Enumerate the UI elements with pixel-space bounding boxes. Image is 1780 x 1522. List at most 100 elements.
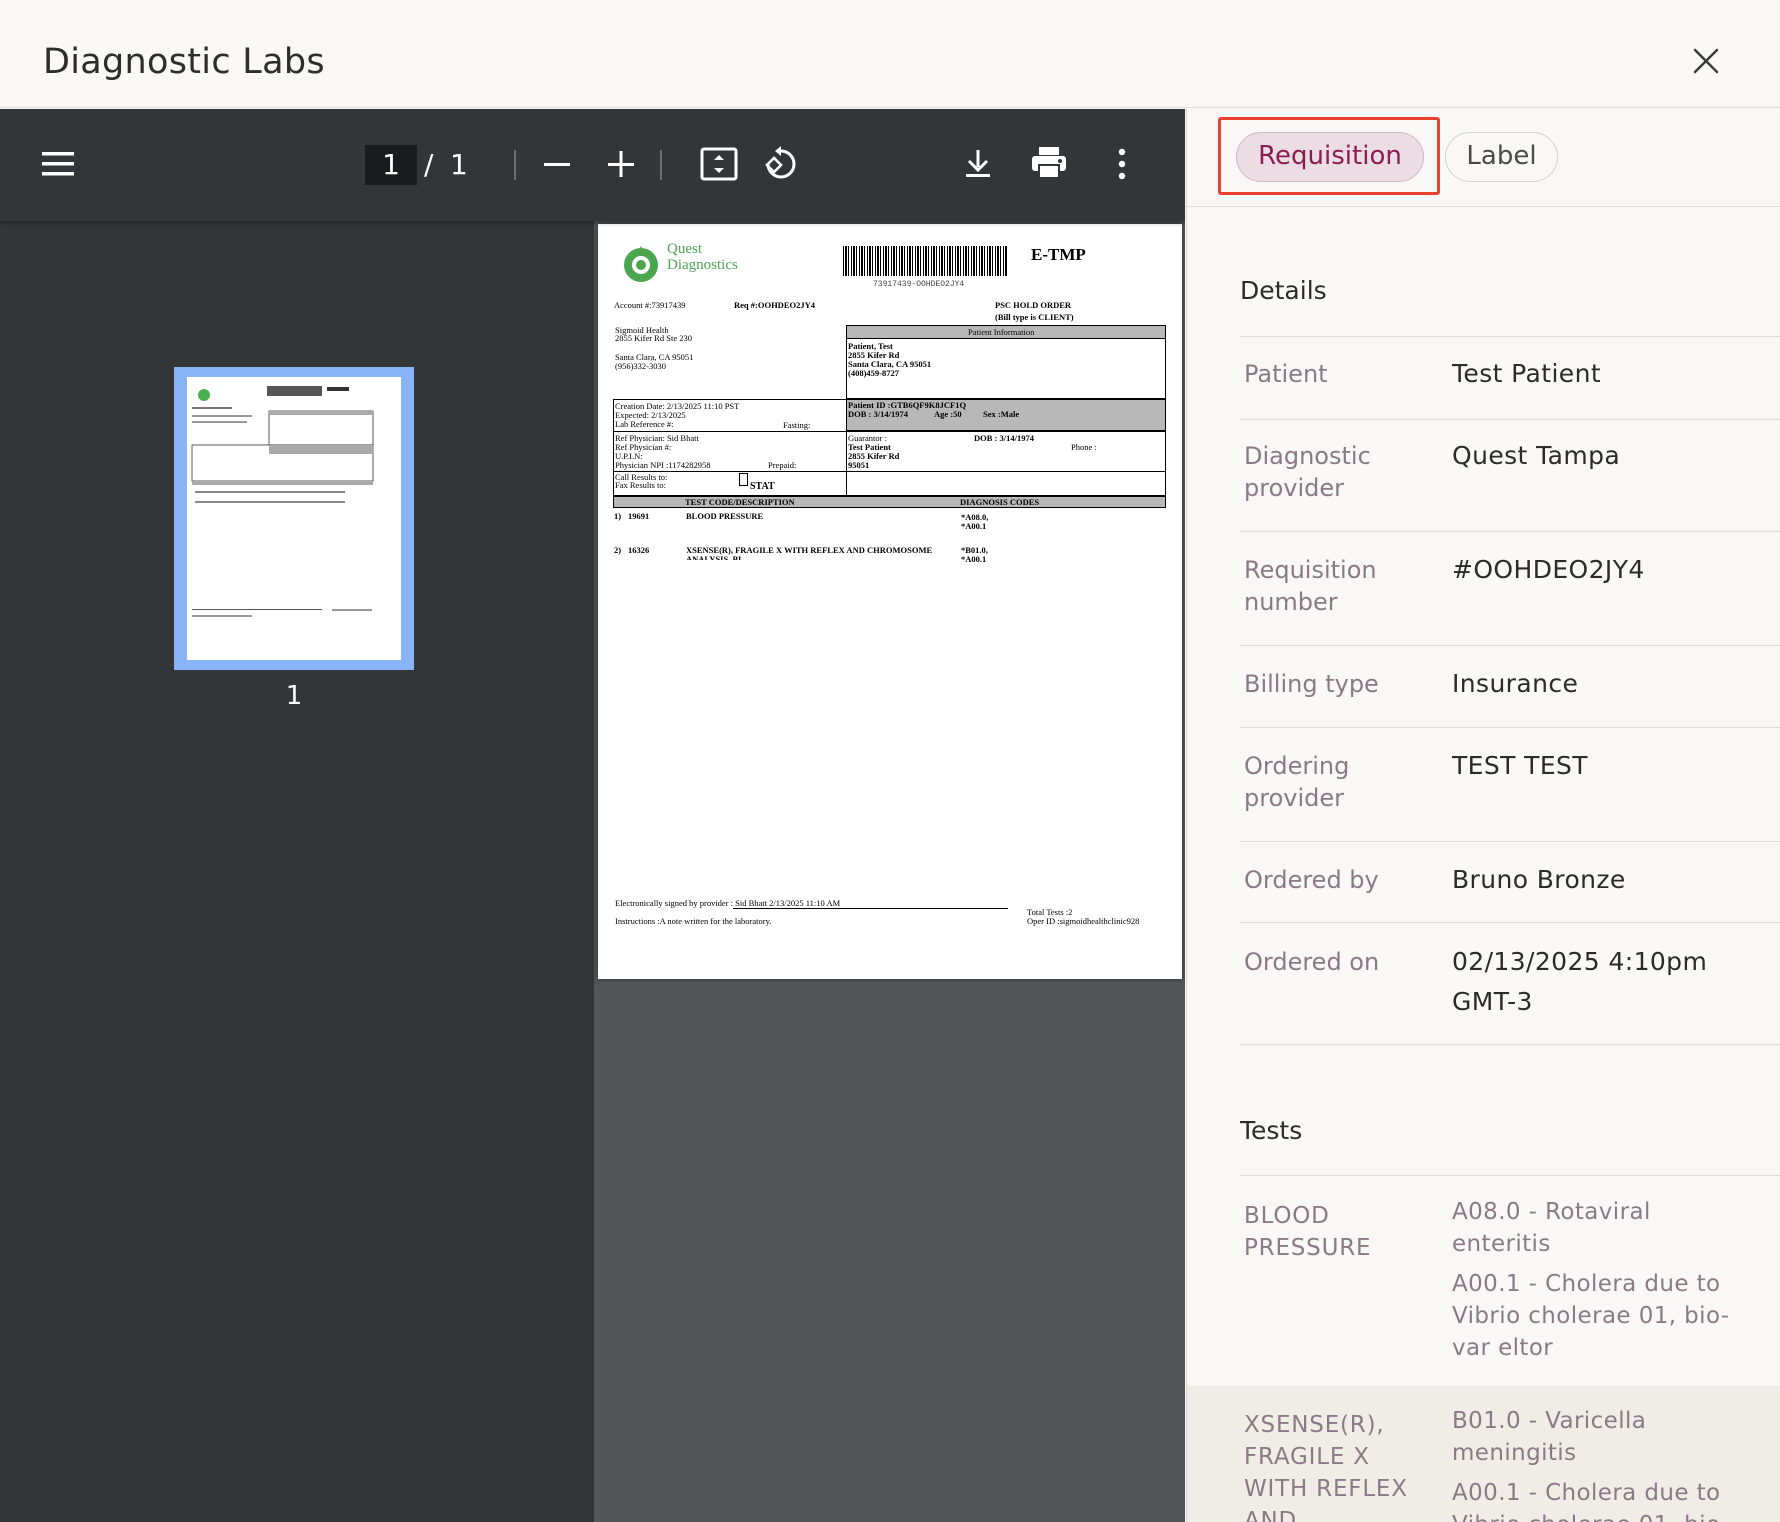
bill-type: (Bill type is CLIENT) — [995, 312, 1074, 322]
menu-icon — [42, 152, 74, 176]
detail-value: Quest Tampa — [1452, 441, 1621, 470]
fit-page-icon — [700, 147, 738, 181]
fit-page-button[interactable] — [700, 147, 738, 185]
thumbnail-page — [187, 377, 401, 660]
test-1-description: BLOOD PRESSURE — [686, 511, 764, 521]
minus-icon — [544, 163, 570, 166]
clinic-address: 2855 Kifer Rd Ste 230 — [615, 333, 692, 343]
detail-value: Insurance — [1452, 669, 1579, 698]
menu-button[interactable] — [40, 149, 76, 183]
tab-bar: Requisition Label — [1187, 109, 1780, 207]
test-name: XSENSE(R), FRAGILE X WITH REFLEX AND — [1244, 1412, 1408, 1522]
detail-value: TEST TEST — [1452, 751, 1588, 780]
patient-dob: DOB : 3/14/1974 — [848, 409, 908, 419]
quest-logo-icon — [624, 246, 658, 282]
hold-order: PSC HOLD ORDER — [995, 300, 1072, 310]
patient-info-title: Patient Information — [968, 327, 1035, 337]
diagnosis-item: B01.0 - Varicella meningitis — [1452, 1408, 1647, 1466]
details-title: Details — [1240, 276, 1327, 305]
diagnosis-item: A00.1 - Cholera due to Vibrio cholerae 0… — [1452, 1271, 1730, 1361]
barcode-text: 73917439-OOHDEO2JY4 — [873, 280, 965, 289]
divider — [1240, 336, 1780, 337]
modal-header: Diagnostic Labs — [0, 0, 1780, 108]
tab-label[interactable]: Label — [1445, 132, 1558, 182]
barcode — [843, 246, 1008, 276]
tab-requisition[interactable]: Requisition — [1236, 132, 1424, 182]
detail-value: Bruno Bronze — [1452, 865, 1626, 894]
page-number-input[interactable]: 1 — [365, 145, 417, 185]
toolbar-divider — [514, 150, 516, 180]
lab-reference: Lab Reference #: — [615, 419, 674, 429]
zoom-out-button[interactable] — [543, 149, 571, 183]
download-button[interactable] — [963, 147, 993, 185]
thumbnail-page-number: 1 — [285, 681, 303, 711]
clinic-phone: (956)332-3030 — [615, 361, 666, 371]
detail-label: Requisition number — [1244, 556, 1377, 616]
divider — [1240, 727, 1780, 728]
stat-checkbox — [739, 473, 748, 486]
document-page: Quest Diagnostics 73917439-OOHDEO2JY4 E-… — [598, 224, 1182, 979]
page-separator: / — [424, 148, 434, 181]
detail-label: Ordering provider — [1244, 752, 1350, 812]
divider — [1240, 645, 1780, 646]
test-2-description: XSENSE(R), FRAGILE X WITH REFLEX AND CHR… — [686, 545, 933, 555]
divider — [1240, 531, 1780, 532]
divider — [1240, 1175, 1780, 1176]
detail-value: 02/13/2025 4:10pm GMT-3 — [1452, 947, 1708, 1016]
guarantor-dob: DOB : 3/14/1974 — [974, 433, 1034, 443]
detail-value: #OOHDEO2JY4 — [1452, 555, 1645, 584]
thumbnail-preview — [191, 386, 374, 617]
print-button[interactable] — [1030, 145, 1068, 185]
req-number: Req #:OOHDEO2JY4 — [734, 300, 815, 310]
thumbnail-pane: 1 — [0, 221, 594, 1522]
page-thumbnail[interactable] — [174, 367, 414, 670]
detail-label: Patient — [1244, 360, 1328, 388]
patient-sex: Sex :Male — [983, 409, 1020, 419]
patient-age: Age :50 — [934, 409, 962, 419]
detail-label: Ordered on — [1244, 948, 1380, 976]
detail-label: Ordered by — [1244, 866, 1379, 894]
stat-label: STAT — [750, 481, 775, 492]
rotate-button[interactable] — [762, 145, 800, 187]
tests-column-header: TEST CODE/DESCRIPTION — [685, 497, 795, 507]
fax-results: Fax Results to: — [615, 480, 667, 490]
tests-title: Tests — [1240, 1116, 1303, 1145]
guarantor-zip: 95051 — [848, 460, 870, 470]
detail-label: Diagnostic provider — [1244, 442, 1371, 502]
details-panel: Requisition Label Details Patient Test P… — [1186, 109, 1780, 1522]
download-icon — [966, 150, 990, 177]
divider — [1240, 419, 1780, 420]
patient-phone: (408)459-8727 — [848, 368, 899, 378]
account-number: Account #:73917439 — [614, 300, 686, 310]
oper-id: Oper ID :sigmoidhealthclinic928 — [1027, 916, 1140, 926]
toolbar-divider — [660, 150, 662, 180]
divider — [1240, 841, 1780, 842]
diagnostic-labs-modal: Diagnostic Labs 1 / 1 1 Quest Diagnostic… — [0, 0, 1780, 1522]
test-1-dx-2: *A00.1 — [961, 521, 987, 531]
diagnosis-item: A08.0 - Rotaviral enteritis — [1452, 1199, 1651, 1257]
close-button[interactable] — [1690, 45, 1722, 77]
zoom-in-button[interactable] — [607, 149, 635, 183]
signed-by: Electronically signed by provider : Sid … — [615, 898, 841, 908]
print-icon — [1032, 147, 1066, 179]
test-1-number: 1) — [614, 511, 622, 521]
pdf-toolbar: 1 / 1 — [0, 109, 1185, 221]
signature-line — [733, 908, 1008, 909]
more-vertical-icon — [1118, 148, 1126, 180]
modal-title: Diagnostic Labs — [43, 42, 325, 82]
document-code: E-TMP — [1031, 245, 1086, 264]
test-2-description-cont: ANALYSIS, BL — [686, 555, 744, 560]
logo-text-quest: Quest — [667, 241, 702, 257]
page-total: 1 — [450, 148, 468, 181]
pdf-viewer: 1 / 1 1 Quest Diagnostics 73917439-OOHDE… — [0, 109, 1185, 1522]
rotate-icon — [765, 146, 796, 179]
order-info-separator — [613, 471, 1166, 472]
fasting: Fasting: — [783, 420, 811, 430]
test-2-number: 2) — [614, 545, 622, 555]
detail-value: Test Patient — [1452, 359, 1602, 388]
divider — [1240, 922, 1780, 923]
guarantor-phone: Phone : — [1071, 442, 1097, 452]
test-name: BLOOD PRESSURE — [1244, 1203, 1372, 1261]
detail-label: Billing type — [1244, 670, 1379, 698]
more-options-button[interactable] — [1110, 147, 1134, 185]
